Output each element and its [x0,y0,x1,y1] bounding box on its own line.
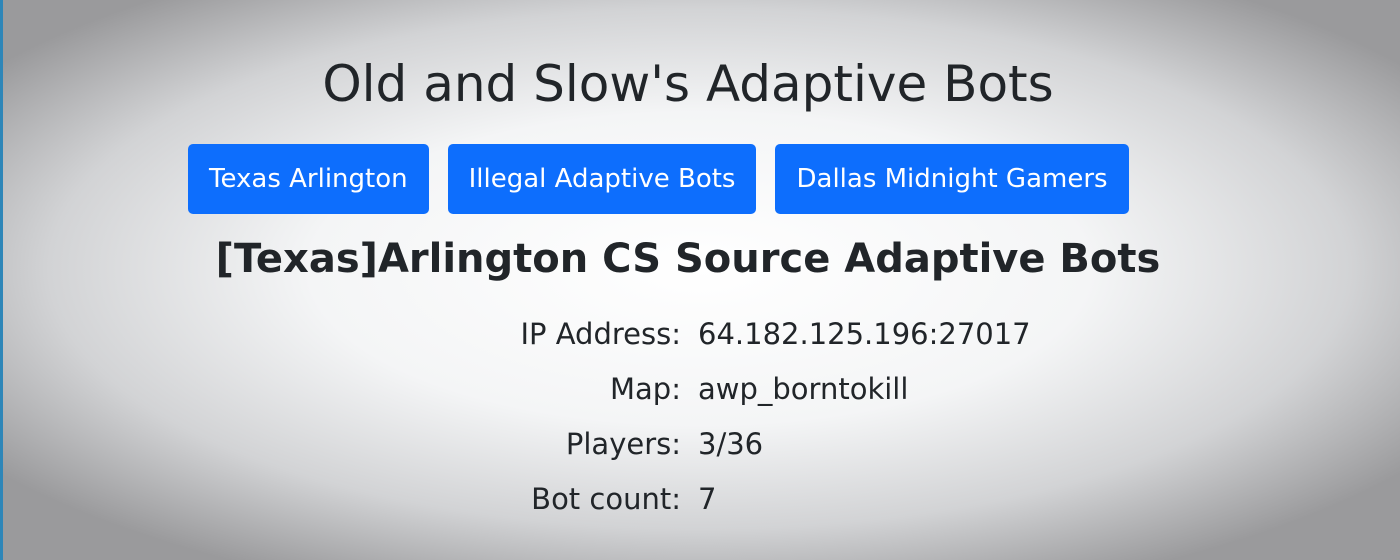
field-value: 64.182.125.196:27017 [698,316,1031,351]
page-title: Old and Slow's Adaptive Bots [322,55,1054,113]
map-row: Map: awp_borntokill [0,361,1031,416]
ip-address-row: IP Address: 64.182.125.196:27017 [0,306,1031,361]
field-label: IP Address: [520,316,681,351]
illegal-adaptive-bots-button[interactable]: Illegal Adaptive Bots [447,144,757,214]
field-label: Players: [565,426,681,461]
field-value: 3/36 [698,426,764,461]
server-name: [Texas]Arlington CS Source Adaptive Bots [215,236,1161,282]
dallas-midnight-gamers-button[interactable]: Dallas Midnight Gamers [775,144,1129,214]
field-value: awp_borntokill [698,371,909,406]
players-row: Players: 3/36 [0,416,1031,471]
texas-arlington-button[interactable]: Texas Arlington [188,144,429,214]
field-label: Bot count: [531,481,681,516]
field-label: Map: [610,371,681,406]
server-info: IP Address: 64.182.125.196:27017 Map: awp_… [0,306,1031,526]
server-buttons: Texas Arlington Illegal Adaptive Bots Da… [188,144,1129,214]
bot-count-row: Bot count: 7 [0,471,1031,526]
field-value: 7 [698,481,717,516]
